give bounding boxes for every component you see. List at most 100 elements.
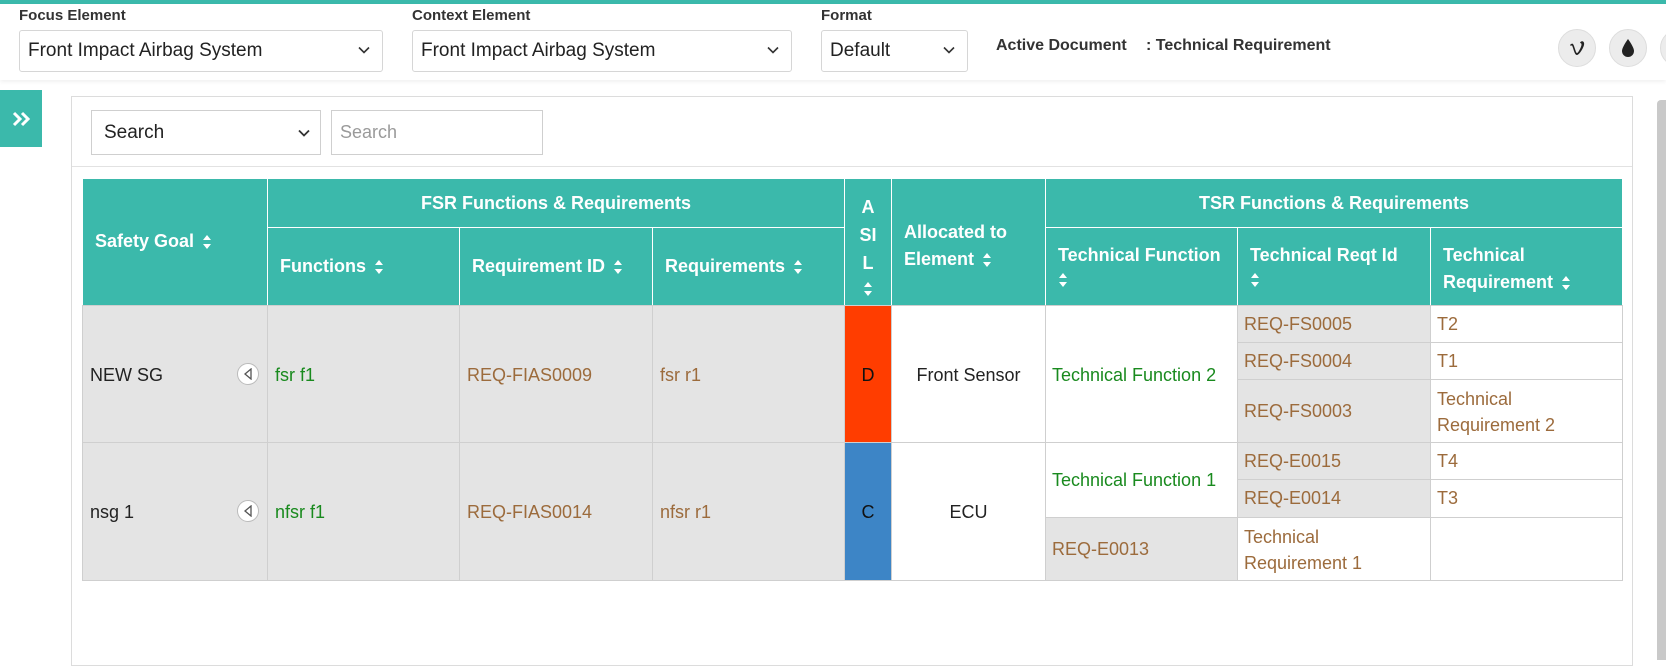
format-select[interactable]: Default <box>821 30 968 72</box>
sort-icon <box>375 260 383 275</box>
technical-requirement-link[interactable]: T1 <box>1437 351 1458 372</box>
asil-value: D <box>861 365 875 385</box>
table-row-2-tech-req-2[interactable]: T3 <box>1430 479 1623 518</box>
technical-function-link[interactable]: Technical Function 2 <box>1052 365 1216 386</box>
header-asil-a: A <box>861 197 875 217</box>
extra-toolbar-button[interactable] <box>1660 29 1666 67</box>
context-element-select[interactable]: Front Impact Airbag System <box>412 30 792 72</box>
header-requirements[interactable]: Requirements <box>652 227 845 306</box>
panel-divider <box>72 166 1632 167</box>
table-row-2-tech-id-3[interactable]: REQ-E0013 <box>1045 517 1238 581</box>
header-technical-requirement-line2: Requirement <box>1443 272 1554 292</box>
sort-icon <box>1251 273 1259 287</box>
table-row-1-technical-function[interactable]: Technical Function 2 <box>1045 305 1238 443</box>
caret-left-icon <box>243 505 252 517</box>
sort-icon <box>203 235 212 250</box>
focus-element-label: Focus Element <box>19 7 126 24</box>
header-requirement-id-label: Requirement ID <box>472 256 606 276</box>
water-drop-button[interactable] <box>1609 29 1647 67</box>
table-row-1-tech-id-2[interactable]: REQ-FS0004 <box>1237 342 1431 380</box>
table-row-1-requirement-id[interactable]: REQ-FIAS0009 <box>459 305 653 443</box>
function-link[interactable]: fsr f1 <box>275 365 315 386</box>
table-row-1-tech-id-3[interactable]: REQ-FS0003 <box>1237 379 1431 443</box>
vimeo-button[interactable] <box>1558 29 1596 67</box>
allocated-element-text: Front Sensor <box>916 365 1021 385</box>
safety-goal-text: NEW SG <box>90 365 164 385</box>
technical-reqt-id-link[interactable]: REQ-E0015 <box>1244 451 1341 472</box>
format-label: Format <box>821 7 872 24</box>
table-row-1-allocated: Front Sensor <box>891 305 1046 443</box>
technical-reqt-id-link[interactable]: REQ-E0013 <box>1052 539 1149 560</box>
header-technical-function-label: Technical Function <box>1058 245 1221 265</box>
table-row-2-allocated: ECU <box>891 442 1046 581</box>
header-fsr-group-label: FSR Functions & Requirements <box>420 193 692 213</box>
requirement-link[interactable]: fsr r1 <box>660 365 701 386</box>
collapse-row-button[interactable] <box>237 363 259 385</box>
technical-requirement-link[interactable]: T3 <box>1437 488 1458 509</box>
table-row-1-function[interactable]: fsr f1 <box>267 305 460 443</box>
table-row-2-requirement-id[interactable]: REQ-FIAS0014 <box>459 442 653 581</box>
technical-reqt-id-link[interactable]: REQ-E0014 <box>1244 488 1341 509</box>
expand-sidebar-button[interactable] <box>0 90 42 147</box>
header-safety-goal[interactable]: Safety Goal <box>82 178 268 306</box>
technical-reqt-id-link[interactable]: REQ-FS0005 <box>1244 314 1352 335</box>
technical-requirement-line2: Requirement 1 <box>1244 553 1363 573</box>
technical-reqt-id-link[interactable]: REQ-FS0003 <box>1244 401 1352 422</box>
collapse-row-button[interactable] <box>237 500 259 522</box>
caret-left-icon <box>243 368 252 380</box>
table-row-2-tech-id-2[interactable]: REQ-E0014 <box>1237 479 1431 518</box>
header-functions[interactable]: Functions <box>267 227 460 306</box>
context-element-label: Context Element <box>412 7 531 24</box>
safety-goal-text: nsg 1 <box>90 502 135 522</box>
format-value: Default <box>830 40 891 61</box>
sort-icon <box>983 253 992 268</box>
table-row-1-tech-req-2[interactable]: T1 <box>1430 342 1623 380</box>
sort-icon <box>1562 276 1571 291</box>
table-row-1-tech-req-1[interactable]: T2 <box>1430 305 1623 343</box>
table-row-2-asil: C <box>844 442 892 581</box>
table-row-2-requirement[interactable]: nfsr r1 <box>652 442 845 581</box>
asil-value: C <box>861 502 875 522</box>
header-safety-goal-label: Safety Goal <box>95 231 195 251</box>
header-technical-function[interactable]: Technical Function <box>1045 227 1238 306</box>
table-row-2-tech-req-3[interactable]: Technical Requirement 1 <box>1237 517 1431 581</box>
table-row-1-requirement[interactable]: fsr r1 <box>652 305 845 443</box>
header-asil[interactable]: A SI L <box>844 178 892 306</box>
technical-requirement-link[interactable]: T4 <box>1437 451 1458 472</box>
requirement-id-link[interactable]: REQ-FIAS0009 <box>467 365 592 386</box>
requirement-link[interactable]: nfsr r1 <box>660 502 711 523</box>
chevron-down-icon <box>767 46 779 54</box>
header-asil-si: SI <box>859 225 877 245</box>
header-allocated-line1: Allocated to <box>904 222 1008 242</box>
requirement-id-link[interactable]: REQ-FIAS0014 <box>467 502 592 523</box>
table-row-2-function[interactable]: nfsr f1 <box>267 442 460 581</box>
function-link[interactable]: nfsr f1 <box>275 502 325 523</box>
header-fsr-group: FSR Functions & Requirements <box>267 178 845 228</box>
search-field-select[interactable]: Search <box>91 110 321 155</box>
focus-element-select[interactable]: Front Impact Airbag System <box>19 30 383 72</box>
toolbar: Focus Element Front Impact Airbag System… <box>0 4 1666 80</box>
header-allocated-element[interactable]: Allocated to Element <box>891 178 1046 306</box>
table-row-2-tech-req-1[interactable]: T4 <box>1430 442 1623 480</box>
table-row-1-tech-id-1[interactable]: REQ-FS0005 <box>1237 305 1431 343</box>
water-drop-icon <box>1622 39 1634 57</box>
header-technical-reqt-id[interactable]: Technical Reqt Id <box>1237 227 1431 306</box>
header-technical-requirement[interactable]: Technical Requirement <box>1430 227 1623 306</box>
search-input[interactable] <box>331 110 543 155</box>
technical-requirement-link[interactable]: T2 <box>1437 314 1458 335</box>
vimeo-icon <box>1570 41 1585 55</box>
table-row-1-safety-goal: NEW SG <box>82 305 268 443</box>
table-row-2-tech-id-1[interactable]: REQ-E0015 <box>1237 442 1431 480</box>
header-technical-requirement-line1: Technical <box>1443 245 1525 265</box>
technical-function-link[interactable]: Technical Function 1 <box>1052 470 1216 491</box>
table-row-1-tech-req-3[interactable]: Technical Requirement 2 <box>1430 379 1623 443</box>
scrollbar[interactable] <box>1657 100 1666 660</box>
technical-reqt-id-link[interactable]: REQ-FS0004 <box>1244 351 1352 372</box>
table-row-2-technical-function[interactable]: Technical Function 1 <box>1045 442 1238 518</box>
sort-icon <box>1059 273 1067 287</box>
header-requirement-id[interactable]: Requirement ID <box>459 227 653 306</box>
table-row-2-safety-goal: nsg 1 <box>82 442 268 581</box>
sort-icon <box>614 260 623 275</box>
header-tsr-group: TSR Functions & Requirements <box>1045 178 1623 228</box>
table-row-1-asil: D <box>844 305 892 443</box>
